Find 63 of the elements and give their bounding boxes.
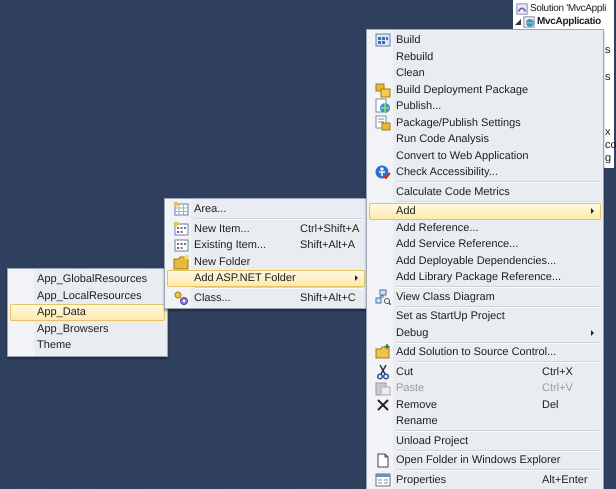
menu-item[interactable]: Add Reference... bbox=[369, 220, 601, 236]
menu-item[interactable]: Publish... bbox=[369, 98, 601, 114]
package-icon bbox=[375, 82, 391, 98]
build-icon bbox=[375, 32, 391, 48]
menu-item[interactable]: Rename bbox=[369, 413, 601, 430]
accessibility-icon bbox=[375, 164, 391, 180]
new-item-icon bbox=[173, 220, 189, 237]
scissors-icon bbox=[375, 364, 391, 380]
menu-item[interactable]: New Folder bbox=[167, 254, 365, 270]
tree-item-text: s bbox=[605, 71, 610, 83]
menu-item[interactable]: App_Data bbox=[10, 304, 165, 320]
menu-item[interactable]: Properties Alt+Enter bbox=[369, 472, 601, 488]
grid-icon bbox=[173, 201, 189, 218]
menu-item[interactable]: Run Code Analysis bbox=[369, 131, 601, 148]
folder-icon bbox=[375, 344, 391, 360]
menu-item[interactable]: Calculate Code Metrics bbox=[369, 184, 601, 200]
menu-item[interactable]: App_GlobalResources bbox=[10, 271, 165, 288]
submenu-arrow-icon bbox=[591, 208, 594, 214]
existing-item-icon bbox=[173, 237, 189, 254]
menu-item[interactable]: Remove Del bbox=[369, 396, 601, 413]
menu-item[interactable]: Add Service Reference... bbox=[369, 236, 601, 252]
class-diagram-icon bbox=[375, 288, 391, 305]
menu-item[interactable]: Add bbox=[369, 203, 601, 220]
menu-item[interactable]: Add Library Package Reference... bbox=[369, 269, 601, 286]
clipboard-icon bbox=[375, 380, 391, 396]
menu-item[interactable]: Add ASP.NET Folder bbox=[167, 270, 365, 286]
folder-icon bbox=[173, 254, 189, 270]
tree-item-text: x bbox=[605, 126, 610, 138]
menu-item[interactable]: Area... bbox=[167, 201, 365, 218]
menu-item[interactable]: Add Solution to Source Control... bbox=[369, 344, 601, 360]
menu-item[interactable]: Add Deployable Dependencies... bbox=[369, 252, 601, 269]
tree-item-text: g bbox=[605, 152, 612, 164]
menu-item[interactable]: Class... Shift+Alt+C bbox=[167, 290, 365, 306]
menu-item[interactable]: Check Accessibility... bbox=[369, 164, 601, 180]
gears-icon bbox=[173, 290, 189, 306]
submenu-arrow-icon bbox=[591, 330, 594, 336]
menu-item[interactable]: Build bbox=[369, 32, 601, 48]
menu-item[interactable]: Unload Project bbox=[369, 432, 601, 449]
menu-item[interactable]: Build Deployment Package bbox=[369, 82, 601, 98]
menu-item[interactable]: App_Browsers bbox=[10, 320, 165, 337]
menu-item[interactable]: Theme bbox=[10, 337, 165, 354]
menu-item[interactable]: Cut Ctrl+X bbox=[369, 364, 601, 380]
menu-item[interactable]: Convert to Web Application bbox=[369, 148, 601, 164]
remove-icon bbox=[375, 396, 391, 413]
menu-item[interactable]: Clean bbox=[369, 65, 601, 82]
tree-item[interactable]: Solution 'MvcAppli bbox=[530, 2, 606, 15]
solution-icon bbox=[516, 2, 528, 14]
menu-item[interactable]: Open Folder in Windows Explorer bbox=[369, 452, 601, 468]
properties-icon bbox=[375, 472, 391, 488]
menu-item[interactable]: View Class Diagram bbox=[369, 288, 601, 305]
globe-project-icon bbox=[523, 16, 535, 28]
menu-item[interactable]: Existing Item... Shift+Alt+A bbox=[167, 237, 365, 254]
submenu-arrow-icon bbox=[355, 275, 358, 282]
tree-item[interactable]: MvcApplicatio bbox=[537, 15, 601, 28]
menu-item[interactable]: New Item... Ctrl+Shift+A bbox=[167, 220, 365, 237]
menu-item[interactable]: Debug bbox=[369, 324, 601, 341]
menu-item[interactable]: Set as StartUp Project bbox=[369, 308, 601, 324]
settings-icon bbox=[375, 114, 391, 131]
menu-item[interactable]: Rebuild bbox=[369, 48, 601, 65]
document-icon bbox=[375, 452, 391, 468]
menu-item[interactable]: App_LocalResources bbox=[10, 288, 165, 304]
tree-item-text: s bbox=[605, 44, 610, 56]
menu-item[interactable]: Package/Publish Settings bbox=[369, 114, 601, 131]
